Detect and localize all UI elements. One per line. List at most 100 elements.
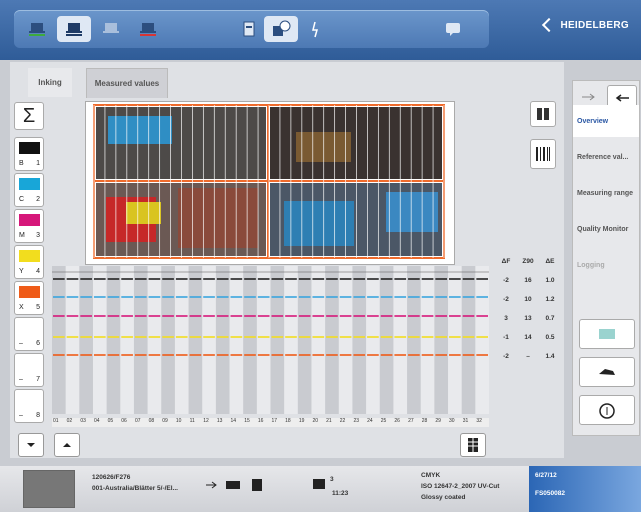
paper-type: Glossy coated (421, 494, 466, 501)
nav-logging[interactable]: Logging (573, 249, 639, 281)
ink-key-3[interactable]: M3 (14, 209, 44, 243)
status-code: FS050082 (535, 490, 565, 497)
press-unit-4-button[interactable] (131, 16, 165, 42)
zone-label: 27 (408, 418, 414, 424)
zone-label: 08 (148, 418, 155, 424)
clock-time: 11:23 (332, 490, 349, 497)
zone-label: 02 (66, 418, 73, 424)
arrows-icon (582, 93, 595, 101)
zone-label: 15 (244, 418, 250, 424)
signal-button[interactable] (299, 16, 333, 42)
timer-button[interactable] (579, 395, 635, 425)
zone-column (79, 266, 93, 414)
ink-key-6[interactable]: –6 (14, 317, 44, 351)
scroll-up-button[interactable] (54, 433, 80, 457)
ink-swatch (19, 358, 40, 370)
document-icon (243, 21, 255, 37)
ink-key-4[interactable]: Y4 (14, 245, 44, 279)
nav-quality-monitor[interactable]: Quality Monitor (573, 213, 639, 245)
status-date: 6/27/12 (535, 472, 557, 479)
brand-logo: HEIDELBERG (542, 17, 629, 33)
timer-icon (599, 403, 615, 419)
sum-button[interactable]: Σ (14, 102, 44, 130)
job-name: 001-Australia/Blätter 5/-/El... (92, 485, 178, 492)
values-table: ΔF Z90 ΔE -2 16 1.0 -2 10 1.2 3 13 0.7 -1 14 0.5 -2–… (495, 252, 563, 372)
zone-label: 07 (134, 418, 141, 424)
ink-number: 6 (36, 340, 40, 347)
measure-button[interactable] (264, 16, 298, 42)
ink-letter: – (19, 340, 23, 347)
zone-label: 13 (216, 418, 223, 424)
zone-column (52, 266, 66, 414)
sheet-count: 3 (330, 476, 334, 483)
sigma-icon: Σ (22, 104, 36, 127)
press-unit-icon (103, 23, 119, 33)
tab-measured-values[interactable]: Measured values (86, 68, 168, 98)
press-unit-2-button[interactable] (57, 16, 91, 42)
nav-overview[interactable]: Overview (573, 105, 639, 137)
ink-number: 7 (36, 376, 40, 383)
scroll-down-button[interactable] (18, 433, 44, 457)
stack-icon (313, 479, 325, 489)
values-row: -1 14 0.5 (503, 334, 555, 341)
ink-letter: B (19, 160, 24, 167)
ink-key-8[interactable]: –8 (14, 389, 44, 423)
split-icon (537, 108, 549, 120)
zone-column (161, 266, 175, 414)
zone-label: 20 (312, 418, 319, 424)
brand-name: HEIDELBERG (560, 19, 629, 31)
zone-label: 25 (380, 418, 387, 424)
zone-column (243, 266, 257, 414)
ink-number: 2 (36, 196, 40, 203)
toolbar (14, 10, 489, 48)
zone-label: 32 (476, 418, 482, 424)
ink-swatch (19, 322, 40, 334)
message-button[interactable] (436, 16, 470, 42)
ink-profile-svg (52, 266, 489, 414)
ink-swatch (19, 178, 40, 190)
split-view-button[interactable] (530, 101, 556, 127)
ink-swatch (19, 250, 40, 262)
zone-label: 09 (162, 418, 168, 424)
image-button[interactable] (579, 319, 635, 349)
hand-button[interactable] (579, 357, 635, 387)
press-status: 6/27/12 FS050082 (529, 466, 641, 512)
right-navigation: Overview Reference val... Measuring rang… (572, 80, 640, 436)
ink-number: 3 (36, 232, 40, 239)
ink-key-7[interactable]: –7 (14, 353, 44, 387)
ink-letter: Y (19, 268, 24, 275)
zone-label: 19 (298, 418, 305, 424)
zone-scale: 01 02 03 04 05 06 07 08 09 10 11 12 13 14 15 16 17 18 19 20… (52, 418, 489, 427)
ink-number: 5 (36, 304, 40, 311)
values-header: ΔF Z90 ΔE (501, 258, 555, 265)
values-row: 3 13 0.7 (504, 315, 555, 322)
ink-key-1[interactable]: B1 (14, 137, 44, 171)
job-thumbnail[interactable] (23, 470, 75, 508)
press-unit-icon (140, 23, 156, 36)
press-unit-3-button[interactable] (94, 16, 128, 42)
arrows-icon (615, 94, 629, 102)
ink-key-5[interactable]: X5 (14, 281, 44, 315)
press-unit-1-button[interactable] (20, 16, 54, 42)
ink-number: 8 (36, 412, 40, 419)
zone-column (215, 266, 230, 414)
nav-measuring-range[interactable]: Measuring range (573, 177, 639, 209)
nav-reference-values[interactable]: Reference val... (573, 141, 639, 173)
standard-name: ISO 12647-2_2007 UV-Cut (421, 483, 500, 490)
zone-column (379, 266, 394, 414)
ink-key-2[interactable]: C2 (14, 173, 44, 207)
zones-button[interactable] (460, 433, 486, 457)
document-button[interactable] (232, 16, 266, 42)
ink-letter: – (19, 376, 23, 383)
sheet-preview (85, 101, 455, 265)
job-id: 120626/F276 (92, 474, 131, 481)
ink-letter: – (19, 412, 23, 419)
tab-inking[interactable]: Inking (28, 68, 72, 97)
zone-label: 10 (175, 418, 182, 424)
zone-label: 16 (257, 418, 264, 424)
color-bar-button[interactable] (530, 139, 556, 169)
tab-bar: Inking Measured values (10, 62, 564, 98)
zone-label: 22 (339, 418, 346, 424)
values-row: -2 10 1.2 (503, 296, 555, 303)
zone-label: 06 (121, 418, 127, 424)
